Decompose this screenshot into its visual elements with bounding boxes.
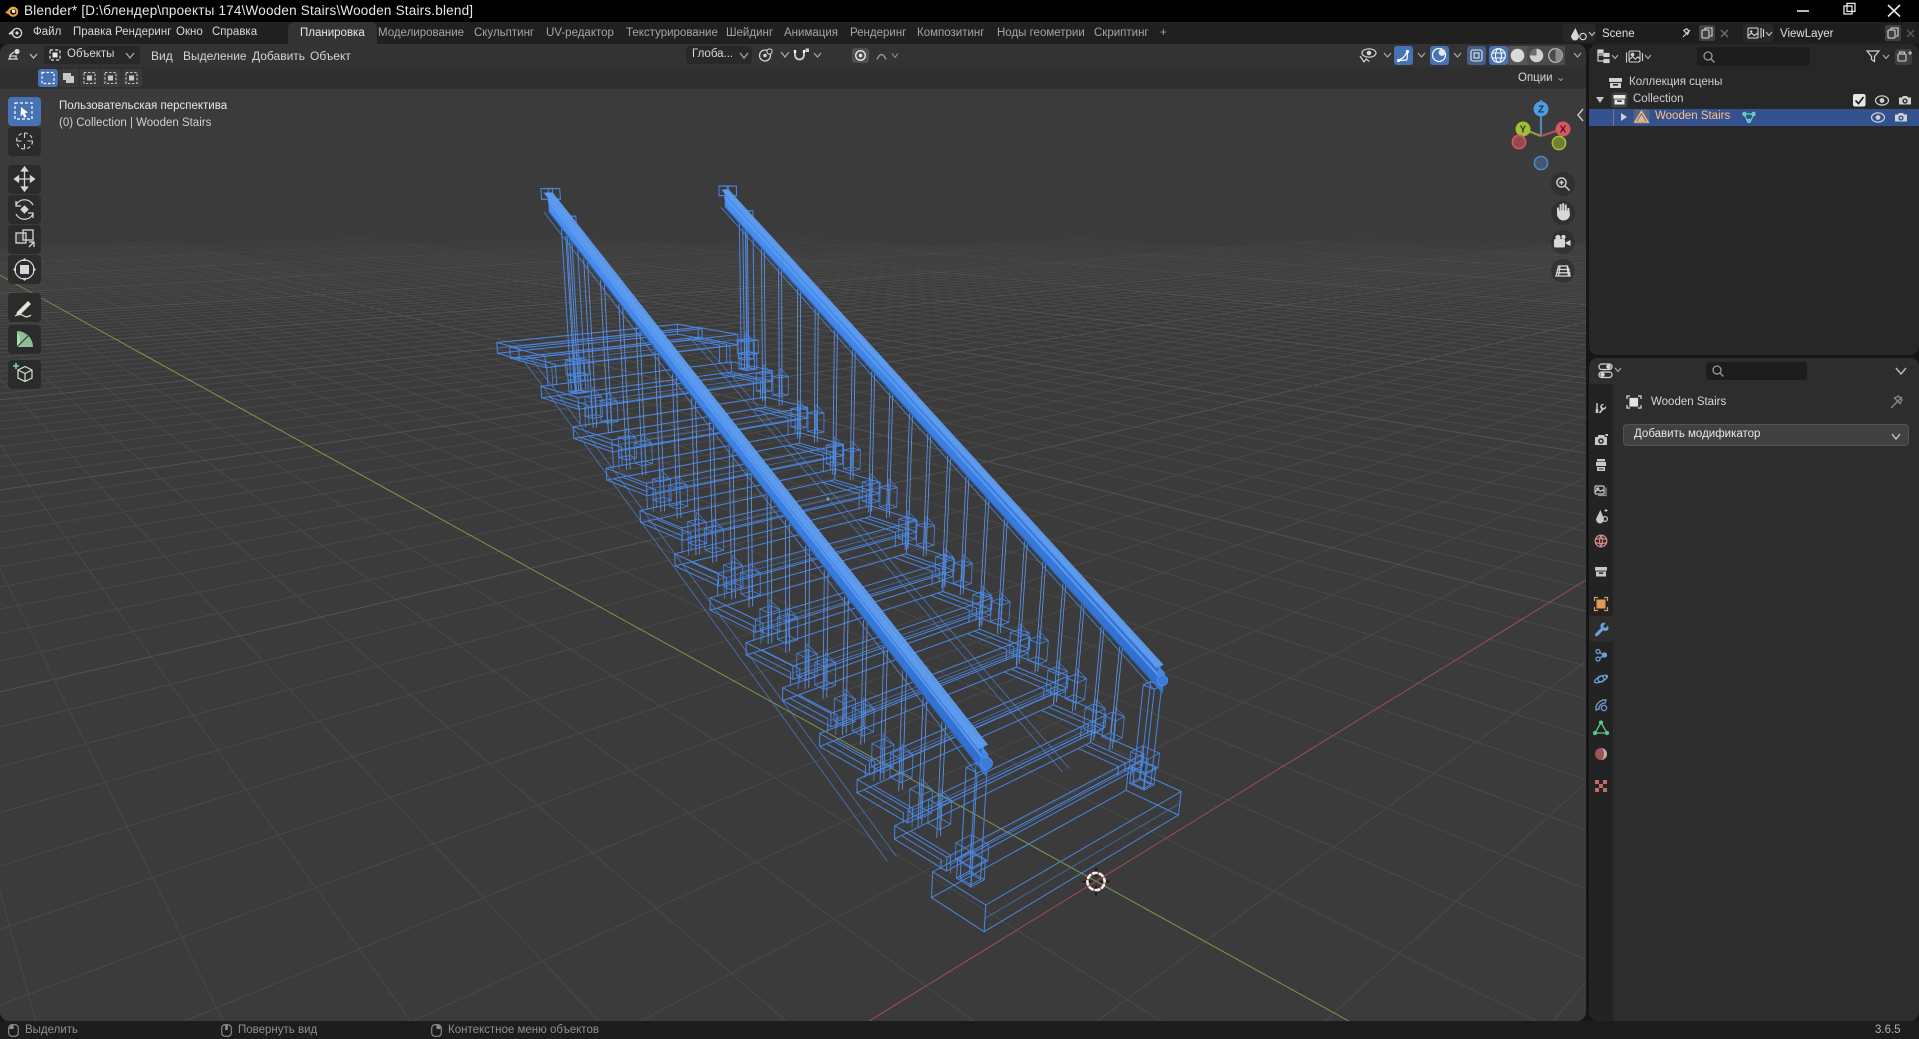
svg-text:X: X	[1560, 125, 1567, 136]
svg-text:ViewLayer: ViewLayer	[1780, 28, 1834, 40]
svg-text:Y: Y	[1520, 125, 1527, 136]
svg-text:Z: Z	[1538, 105, 1544, 116]
svg-text:Scene: Scene	[1602, 28, 1635, 40]
